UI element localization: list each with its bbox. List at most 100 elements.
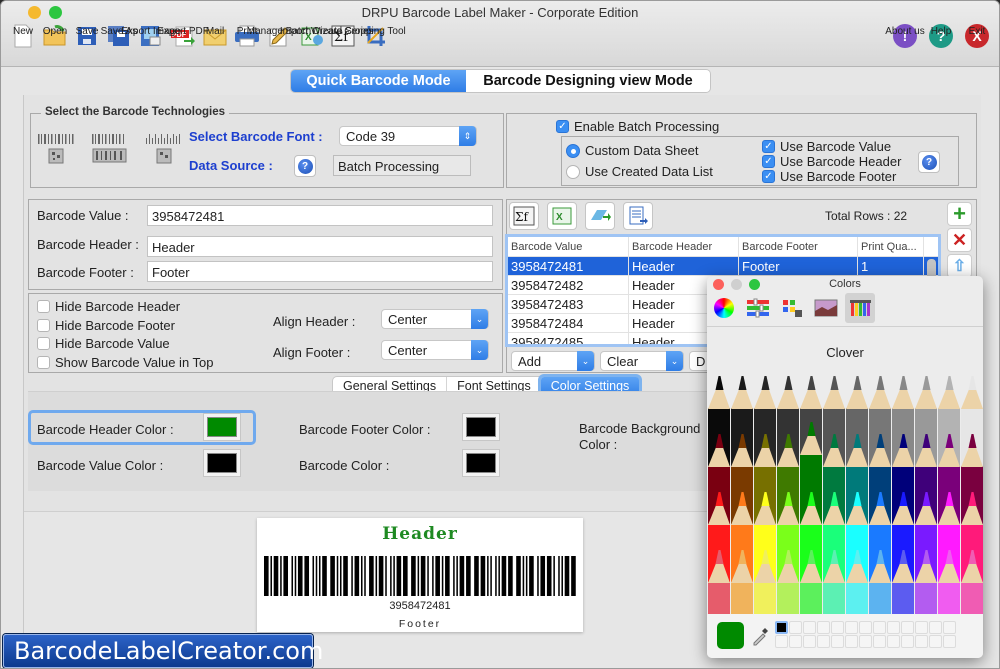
barcode-bar [453, 556, 455, 596]
color-well[interactable] [929, 635, 942, 648]
barcode-footer-input[interactable]: Footer [147, 261, 493, 282]
clear-label: Clear [607, 354, 639, 369]
add-dropdown[interactable]: Add ⌄ [511, 351, 595, 371]
color-well[interactable] [929, 621, 942, 634]
export-data-button[interactable] [585, 202, 615, 230]
color-well[interactable] [845, 635, 858, 648]
color-well[interactable] [901, 621, 914, 634]
about-button[interactable]: ! About us [885, 23, 925, 49]
header-color-swatch[interactable] [203, 413, 241, 441]
color-well[interactable] [831, 621, 844, 634]
barcode-header-input[interactable]: Header [147, 236, 493, 257]
create-series-grid-button[interactable]: Σf [509, 202, 539, 230]
batch-help-button[interactable]: ? [918, 151, 940, 173]
color-well[interactable] [873, 635, 886, 648]
barcode-label-preview[interactable]: Header 3958472481 Footer [257, 518, 583, 632]
move-up-button[interactable]: ⇧ [947, 254, 972, 278]
designing-view-mode-tab[interactable]: Barcode Designing view Mode [466, 70, 710, 92]
hide-value-checkbox[interactable]: Hide Barcode Value [37, 336, 170, 351]
column-header[interactable]: Barcode Footer [739, 237, 858, 256]
barcode-bar [343, 556, 348, 596]
table-row[interactable]: 3958472481 Header Footer 1 [508, 257, 938, 276]
preview-value: 3958472481 [389, 600, 451, 612]
barcode-bar [270, 556, 273, 596]
export-pdf-button[interactable]: PDF Export PDF [157, 23, 209, 49]
color-well[interactable] [803, 635, 816, 648]
barcode-bar [385, 556, 387, 596]
column-header[interactable]: Barcode Value [508, 237, 629, 256]
barcode-bar [498, 556, 500, 596]
image-palettes-tab[interactable] [811, 293, 841, 323]
color-well[interactable] [789, 635, 802, 648]
save-button[interactable]: Save [71, 23, 103, 49]
technologies-group-title: Select the Barcode Technologies [41, 106, 230, 118]
align-header-select[interactable]: Center ⌄ [381, 309, 489, 329]
created-data-list-radio[interactable]: Use Created Data List [566, 164, 713, 179]
barcode-value-input[interactable]: 3958472481 [147, 205, 493, 226]
linear-2d-barcode-icon[interactable] [37, 132, 75, 166]
barcode-value-label: Barcode Value : [37, 208, 129, 223]
color-well[interactable] [803, 621, 816, 634]
color-palettes-tab[interactable] [777, 293, 807, 323]
color-well[interactable] [775, 635, 788, 648]
clear-dropdown[interactable]: Clear ⌄ [600, 351, 684, 371]
barcode-color-swatch[interactable] [462, 449, 500, 477]
cropping-tool-button[interactable]: Cropping Tool [344, 23, 406, 49]
color-well[interactable] [831, 635, 844, 648]
barcode-color-label: Barcode Color : [299, 458, 390, 473]
open-button[interactable]: Open [39, 23, 71, 49]
color-well[interactable] [873, 621, 886, 634]
color-wheel-tab[interactable] [709, 293, 739, 323]
new-button[interactable]: New [7, 23, 39, 49]
color-well[interactable] [887, 621, 900, 634]
quick-barcode-mode-tab[interactable]: Quick Barcode Mode [291, 70, 466, 92]
color-well[interactable] [859, 621, 872, 634]
use-barcode-value-checkbox[interactable]: ✓ Use Barcode Value [762, 139, 891, 154]
chevron-down-icon: ⌄ [471, 340, 488, 360]
help-button[interactable]: ? Help [925, 23, 957, 49]
value-color-label: Barcode Value Color : [37, 458, 164, 473]
add-row-button[interactable]: + [947, 201, 972, 226]
use-barcode-header-checkbox[interactable]: ✓ Use Barcode Header [762, 154, 901, 169]
hide-footer-checkbox[interactable]: Hide Barcode Footer [37, 318, 175, 333]
color-well[interactable] [859, 635, 872, 648]
value-color-swatch[interactable] [203, 449, 241, 477]
crayons-tab[interactable] [845, 293, 875, 323]
color-well[interactable] [817, 621, 830, 634]
color-well[interactable] [775, 621, 788, 634]
color-well[interactable] [915, 635, 928, 648]
color-well[interactable] [845, 621, 858, 634]
custom-data-sheet-radio[interactable]: Custom Data Sheet [566, 143, 698, 158]
color-well[interactable] [887, 635, 900, 648]
color-well[interactable] [915, 621, 928, 634]
column-header[interactable]: Barcode Header [629, 237, 739, 256]
align-footer-select[interactable]: Center ⌄ [381, 340, 489, 360]
data-source-help-button[interactable]: ? [294, 155, 316, 177]
show-value-top-checkbox[interactable]: Show Barcode Value in Top [37, 355, 214, 370]
color-well[interactable] [789, 621, 802, 634]
barcode-bars [264, 556, 576, 596]
import-excel-button[interactable]: X [547, 202, 577, 230]
exit-button[interactable]: X Exit [961, 23, 993, 49]
color-well[interactable] [901, 635, 914, 648]
eyedropper-icon[interactable] [751, 626, 769, 646]
color-sliders-tab[interactable] [743, 293, 773, 323]
footer-color-swatch[interactable] [462, 413, 500, 441]
preview-footer: Footer [398, 618, 442, 630]
postal-2d-barcode-icon[interactable] [145, 132, 183, 166]
enable-batch-checkbox[interactable]: ✓ Enable Batch Processing [556, 119, 719, 134]
use-barcode-footer-checkbox[interactable]: ✓ Use Barcode Footer [762, 169, 896, 184]
color-well[interactable] [817, 635, 830, 648]
hide-header-checkbox[interactable]: Hide Barcode Header [37, 299, 180, 314]
crayon-picker[interactable] [707, 376, 983, 616]
load-list-button[interactable] [623, 202, 653, 230]
delete-row-button[interactable]: ✕ [947, 228, 972, 252]
current-color-swatch[interactable] [717, 622, 744, 649]
linear-pdf417-barcode-icon[interactable] [91, 132, 129, 166]
barcode-font-select[interactable]: Code 39 ⇕ [339, 126, 477, 146]
column-header[interactable]: Print Qua... [858, 237, 924, 256]
batch-processing-group: ✓ Enable Batch Processing Custom Data She… [506, 113, 977, 188]
color-well[interactable] [943, 635, 956, 648]
color-well[interactable] [943, 621, 956, 634]
question-icon: ? [921, 154, 937, 170]
